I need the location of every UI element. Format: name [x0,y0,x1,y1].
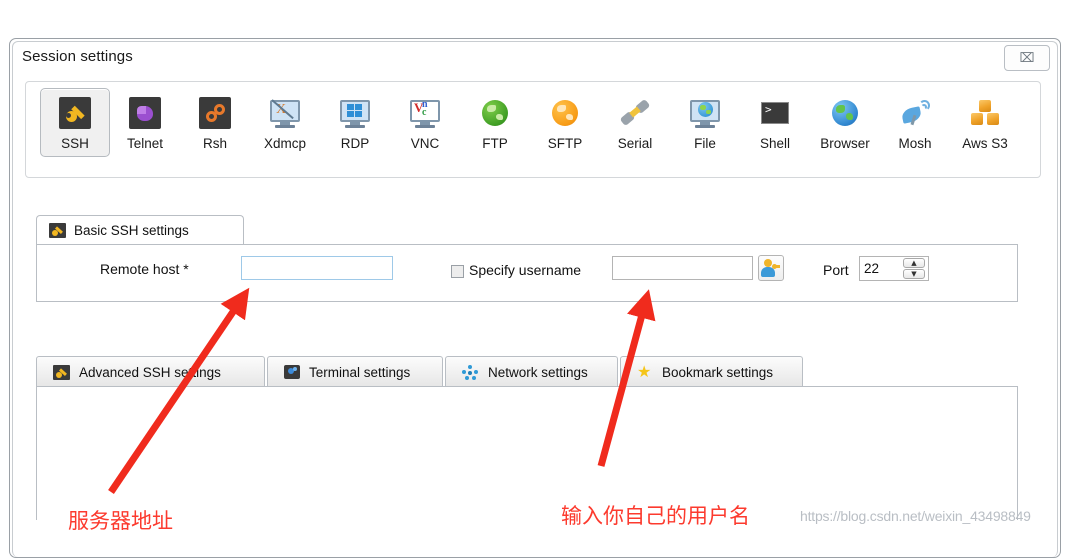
tab-label: Advanced SSH settings [79,364,221,380]
protocol-toolbar: SSH Telnet Rsh Xdmcp RDP V n c VNC FTP S… [25,81,1041,178]
protocol-label: FTP [482,136,508,151]
protocol-label: Serial [617,136,653,151]
ssh-key-icon [59,97,91,129]
lower-tab-strip: Advanced SSH settings Terminal settings … [36,356,1018,387]
tab-label: Bookmark settings [662,364,774,380]
protocol-item-shell[interactable]: > Shell [740,88,810,157]
port-spinner[interactable]: ▲ ▼ [903,258,925,279]
tab-network-settings[interactable]: Network settings [445,356,618,387]
network-icon [462,364,479,380]
protocol-label: VNC [410,136,440,151]
tab-advanced-ssh-settings[interactable]: Advanced SSH settings [36,356,265,387]
file-monitor-icon [689,97,721,129]
close-button[interactable]: ⌧ [1004,45,1050,71]
user-picker-button[interactable] [758,255,784,281]
serial-plug-icon [619,97,651,129]
protocol-item-ftp[interactable]: FTP [460,88,530,157]
protocol-label: File [694,136,716,151]
protocol-item-ssh[interactable]: SSH [40,88,110,157]
key-icon [53,364,70,380]
protocol-item-xdmcp[interactable]: X Xdmcp [250,88,320,157]
protocol-item-aws-s3[interactable]: Aws S3 [950,88,1020,157]
protocol-label: Rsh [202,136,227,151]
protocol-label: Browser [820,136,870,151]
tab-label: Basic SSH settings [74,223,189,238]
protocol-label: SFTP [547,136,583,151]
protocol-item-rsh[interactable]: Rsh [180,88,250,157]
shell-prompt-icon: > [759,97,791,129]
protocol-list: SSH Telnet Rsh Xdmcp RDP V n c VNC FTP S… [40,88,1020,157]
protocol-label: Aws S3 [962,136,1008,151]
protocol-label: RDP [340,136,370,151]
terminal-icon [284,365,300,379]
window-title: Session settings [22,48,133,65]
basic-ssh-settings-group: Basic SSH settings Remote host * Specify… [36,215,1018,303]
protocol-item-browser[interactable]: Browser [810,88,880,157]
protocol-item-sftp[interactable]: SFTP [530,88,600,157]
mosh-dish-icon [899,97,931,129]
remote-host-label: Remote host * [100,261,189,277]
telnet-gem-icon [129,97,161,129]
annotation-username-note: 输入你自己的用户名 [561,504,750,528]
protocol-label: Xdmcp [263,136,307,151]
star-icon: ★ [637,361,652,381]
key-icon [49,223,66,238]
lower-tab-body [36,386,1018,520]
protocol-label: Shell [759,136,791,151]
port-label: Port [823,262,849,278]
xdmcp-monitor-icon: X [269,97,301,129]
protocol-label: Mosh [898,136,932,151]
annotation-remote-host-note: 服务器地址 [68,509,173,533]
protocol-item-vnc[interactable]: V n c VNC [390,88,460,157]
watermark-text: https://blog.csdn.net/weixin_43498849 [800,508,1031,524]
rdp-windows-icon [339,97,371,129]
tab-label: Terminal settings [309,364,411,380]
rsh-gears-icon [199,97,231,129]
ftp-globe-icon [479,97,511,129]
spinner-down-button[interactable]: ▼ [903,269,925,279]
aws-s3-cubes-icon [969,97,1001,129]
protocol-label: Telnet [126,136,164,151]
tab-bookmark-settings[interactable]: ★ Bookmark settings [620,356,803,387]
tab-label: Network settings [488,364,588,380]
remote-host-input[interactable] [241,256,393,280]
protocol-item-rdp[interactable]: RDP [320,88,390,157]
browser-globe-icon [829,97,861,129]
protocol-item-file[interactable]: File [670,88,740,157]
protocol-item-serial[interactable]: Serial [600,88,670,157]
close-icon: ⌧ [1019,50,1035,66]
spinner-up-button[interactable]: ▲ [903,258,925,268]
username-input[interactable] [612,256,753,280]
title-bar: Session settings ⌧ [10,39,1060,77]
basic-ssh-settings-body: Remote host * Specify username Port ▲ ▼ [36,244,1018,302]
specify-username-label[interactable]: Specify username [469,262,581,278]
sftp-globe-icon [549,97,581,129]
protocol-item-telnet[interactable]: Telnet [110,88,180,157]
protocol-item-mosh[interactable]: Mosh [880,88,950,157]
specify-username-checkbox[interactable] [451,265,464,278]
tab-basic-ssh-settings[interactable]: Basic SSH settings [36,215,244,245]
vnc-monitor-icon: V n c [409,97,441,129]
protocol-label: SSH [61,136,89,151]
tab-terminal-settings[interactable]: Terminal settings [267,356,443,387]
